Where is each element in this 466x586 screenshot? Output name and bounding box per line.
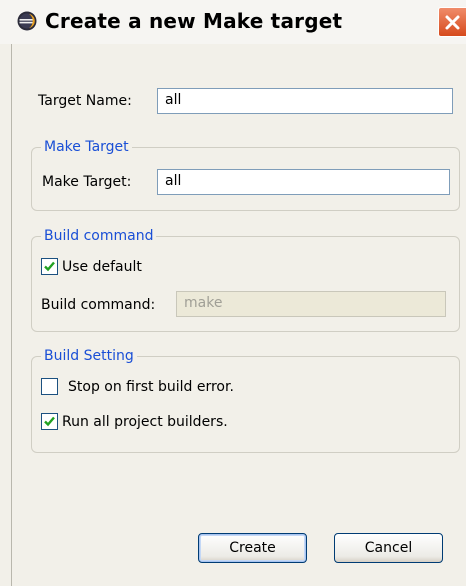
build-command-group: Build command	[31, 227, 460, 332]
close-button[interactable]	[438, 7, 466, 37]
run-all-builders-label: Run all project builders.	[62, 414, 228, 430]
window-title: Create a new Make target	[45, 9, 343, 33]
checkmark-icon	[44, 261, 55, 272]
target-name-input[interactable]: all	[157, 88, 453, 114]
run-all-builders-checkbox[interactable]	[41, 413, 58, 430]
title-bar: Create a new Make target	[0, 0, 466, 44]
close-icon	[445, 15, 460, 30]
target-name-label: Target Name:	[38, 93, 132, 109]
make-target-label: Make Target:	[42, 174, 132, 190]
checkmark-icon	[44, 416, 55, 427]
build-setting-group: Build Setting	[31, 347, 460, 453]
stop-on-error-label: Stop on first build error.	[68, 379, 234, 395]
dialog-content: Target Name: all Make Target Make Target…	[11, 44, 466, 586]
build-command-group-title: Build command	[41, 227, 157, 245]
cancel-button[interactable]: Cancel	[334, 533, 443, 563]
create-button[interactable]: Create	[198, 533, 307, 563]
use-default-label: Use default	[62, 259, 142, 275]
build-command-input[interactable]: make	[176, 291, 446, 317]
eclipse-icon	[17, 11, 37, 31]
use-default-checkbox[interactable]	[41, 258, 58, 275]
build-command-label: Build command:	[41, 297, 156, 313]
make-target-group-title: Make Target	[41, 138, 132, 156]
stop-on-error-checkbox[interactable]	[41, 378, 58, 395]
dialog-window: Create a new Make target Target Name: al…	[0, 0, 466, 586]
make-target-input[interactable]: all	[157, 169, 450, 195]
build-setting-group-title: Build Setting	[41, 347, 137, 365]
